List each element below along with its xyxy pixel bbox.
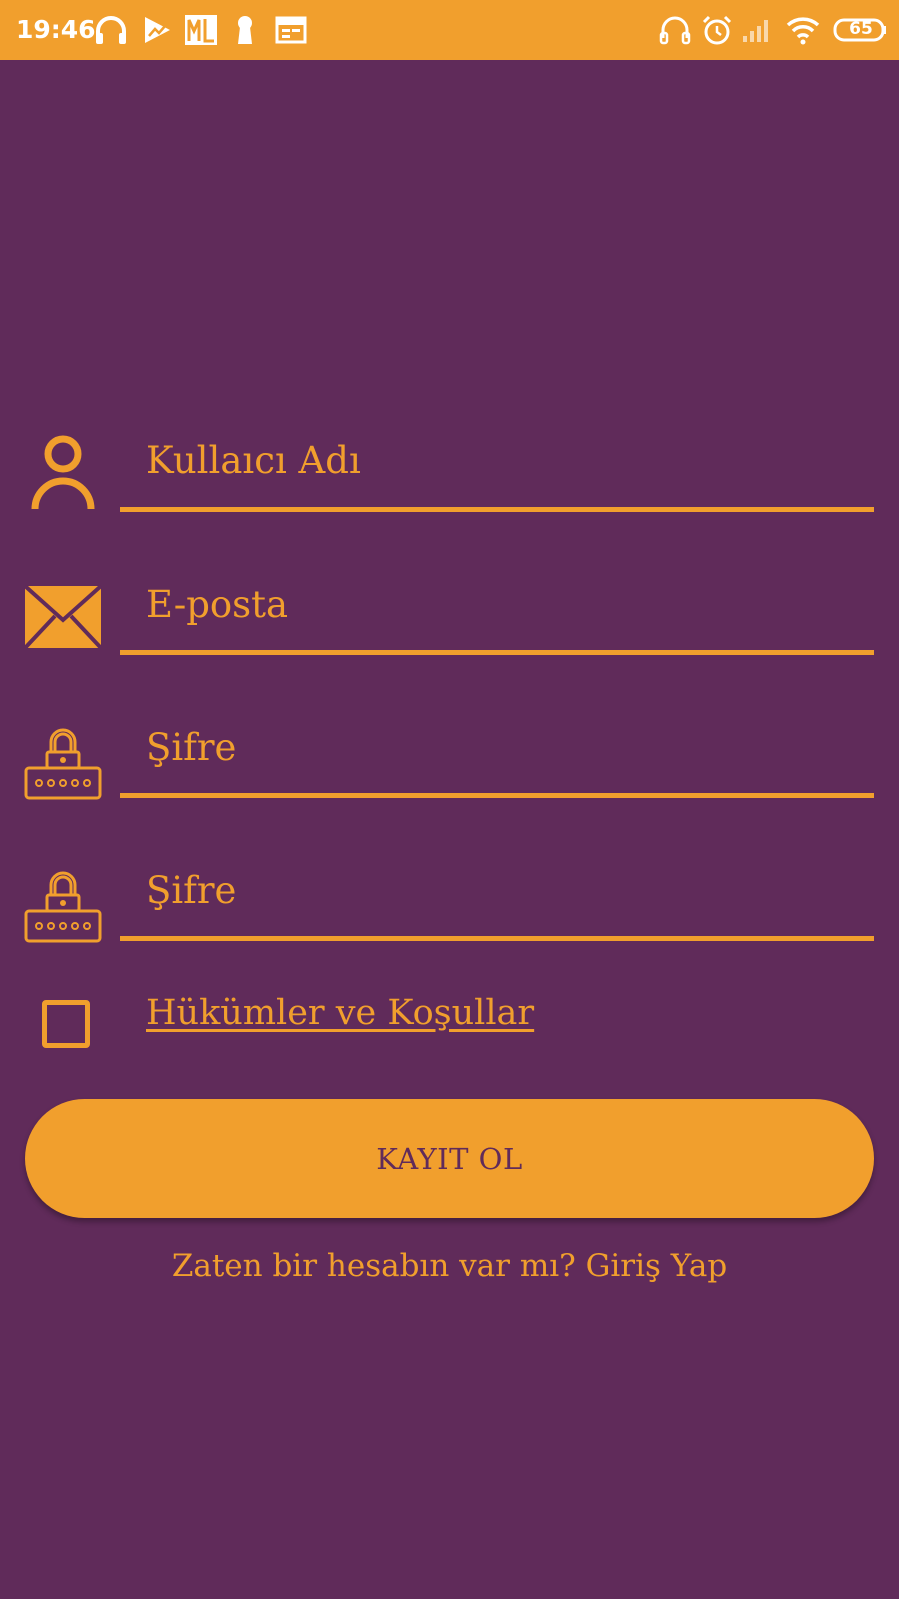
battery-level: 65 [849,19,873,39]
status-time: 19:46 [16,15,96,44]
keyhole-icon [228,14,262,46]
login-link[interactable]: Zaten bir hesabın var mı? Giriş Yap [0,1244,899,1288]
username-input[interactable]: Kullaıcı Adı [146,436,361,486]
calendar-icon [274,14,308,46]
ml-app-icon [184,14,218,46]
alarm-icon [700,14,734,46]
password-input[interactable]: Şifre [146,723,236,773]
status-bar: 19:46 65 [0,0,899,60]
headphones-icon [94,14,128,46]
username-underline [120,507,874,512]
email-underline [120,650,874,655]
password-underline [120,793,874,798]
play-store-icon [140,14,174,46]
register-button[interactable]: KAYIT OL [25,1099,874,1218]
password-confirm-underline [120,936,874,941]
register-button-label: KAYIT OL [376,1141,523,1176]
user-icon [24,434,102,512]
password-confirm-input[interactable]: Şifre [146,866,236,916]
signal-icon [740,14,774,46]
wifi-icon [786,14,820,46]
terms-checkbox[interactable] [42,1000,90,1048]
terms-link[interactable]: Hükümler ve Koşullar [146,988,534,1038]
email-input[interactable]: E-posta [146,580,288,630]
envelope-icon [24,576,102,654]
headset-icon [658,14,692,46]
padlock-icon [24,722,102,800]
padlock-icon [24,865,102,943]
register-screen: 19:46 65 Kullaıcı Adı E-posta Şifre Şifr… [0,0,899,1599]
